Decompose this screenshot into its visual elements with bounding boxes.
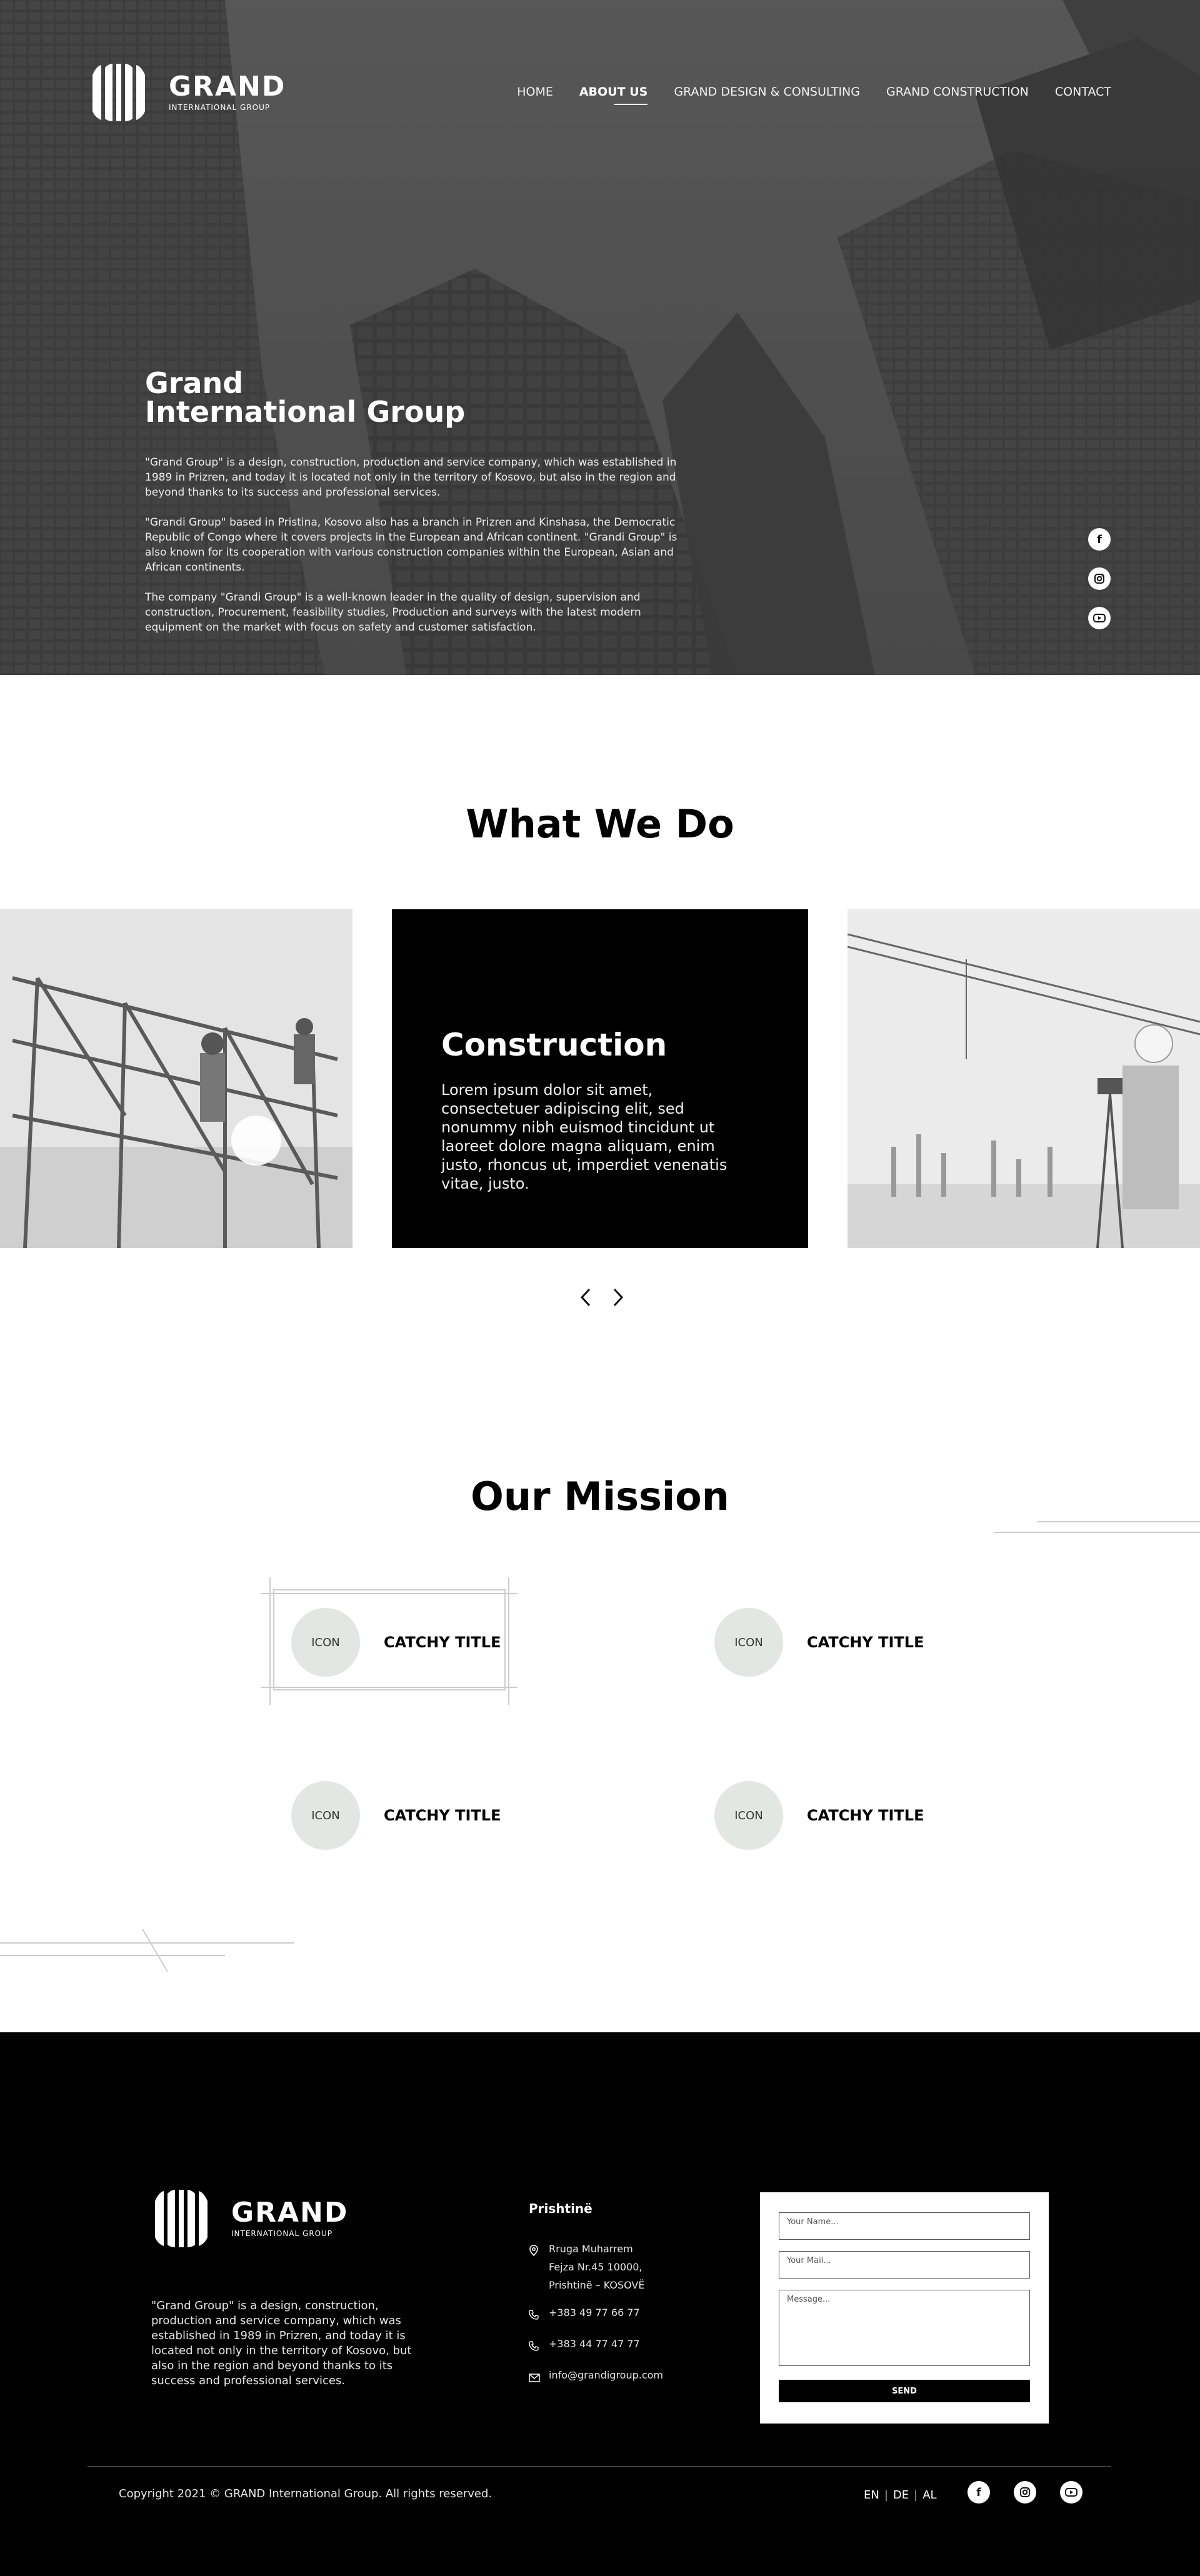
service-card-title: Construction — [441, 1027, 668, 1063]
youtube-icon[interactable] — [1088, 607, 1111, 629]
address-line: Rruga Muharrem — [549, 2243, 633, 2255]
mission-item-title: CATCHY TITLE — [384, 1807, 501, 1824]
brand-logo[interactable]: GRAND INTERNATIONAL GROUP — [88, 62, 286, 122]
name-input[interactable]: Your Name... — [779, 2212, 1030, 2240]
contact-phone[interactable]: +383 44 77 47 77 — [529, 2335, 663, 2357]
brand-name: GRAND — [169, 71, 286, 102]
lang-de[interactable]: DE — [893, 2489, 909, 2502]
hero-social-links: f — [1088, 528, 1111, 629]
mail-input[interactable]: Your Mail... — [779, 2251, 1030, 2279]
lang-separator: | — [884, 2489, 888, 2502]
facebook-glyph: f — [1097, 532, 1102, 546]
chevron-left-icon — [581, 1288, 591, 1307]
footer-brand-name: GRAND — [231, 2197, 349, 2229]
location-pin-icon — [529, 2240, 549, 2262]
nav-about-us[interactable]: ABOUT US — [579, 85, 648, 105]
name-input-placeholder: Your Name... — [787, 2217, 839, 2227]
mission-item-title: CATCHY TITLE — [807, 1807, 924, 1824]
placeholder-icon: ICON — [291, 1608, 360, 1677]
facebook-glyph: f — [976, 2485, 981, 2499]
hero-paragraph: "Grandi Group" based in Pristina, Kosovo… — [145, 516, 678, 574]
mission-item-title: CATCHY TITLE — [384, 1634, 501, 1651]
hero-title-line1: Grand — [145, 366, 244, 400]
contact-phone[interactable]: +383 49 77 66 77 — [529, 2304, 663, 2325]
address-line: Fejza Nr.45 10000, — [549, 2261, 642, 2273]
main-nav: HOME ABOUT US GRAND DESIGN & CONSULTING … — [517, 85, 1111, 105]
footer-brand-tagline: INTERNATIONAL GROUP — [231, 2229, 333, 2238]
phone-icon — [529, 2335, 549, 2357]
contact-address: Rruga Muharrem Fejza Nr.45 10000, Prisht… — [529, 2240, 663, 2294]
email-address: info@grandigroup.com — [549, 2369, 664, 2381]
placeholder-icon: ICON — [291, 1781, 360, 1850]
carousel-next-button[interactable] — [611, 1286, 626, 1309]
hero-description: "Grand Group" is a design, construction,… — [145, 455, 689, 650]
crane-surveyor-image[interactable] — [848, 909, 1200, 1248]
contact-email[interactable]: info@grandigroup.com — [529, 2366, 663, 2388]
mission-item-title: CATCHY TITLE — [807, 1634, 924, 1651]
our-mission-title: Our Mission — [471, 1474, 729, 1519]
scaffolding-workers-image[interactable] — [0, 909, 352, 1248]
phone-number: +383 44 77 47 77 — [549, 2338, 640, 2350]
phone-icon — [529, 2304, 549, 2325]
address-line: Prishtinë – KOSOVË — [549, 2279, 645, 2291]
mail-icon — [529, 2366, 549, 2388]
nav-design-consulting[interactable]: GRAND DESIGN & CONSULTING — [674, 85, 860, 99]
footer-about-text: "Grand Group" is a design, construction,… — [151, 2299, 412, 2387]
message-textarea[interactable]: Message... — [779, 2290, 1030, 2366]
service-card-construction[interactable]: Construction Lorem ipsum dolor sit amet,… — [392, 909, 808, 1248]
facebook-icon[interactable]: f — [968, 2481, 990, 2504]
logo-mark-icon — [155, 2190, 208, 2247]
language-switcher: EN | DE | AL — [864, 2489, 937, 2502]
chevron-right-icon — [613, 1288, 623, 1307]
mission-item[interactable]: ICON CATCHY TITLE — [291, 1608, 501, 1677]
contact-info: Prishtinë Rruga Muharrem Fejza Nr.45 100… — [529, 2201, 663, 2397]
placeholder-icon: ICON — [714, 1781, 783, 1850]
mail-input-placeholder: Your Mail... — [787, 2256, 831, 2265]
contact-form: Your Name... Your Mail... Message... SEN… — [760, 2192, 1049, 2424]
facebook-icon[interactable]: f — [1088, 528, 1111, 551]
hero-paragraph: The company "Grandi Group" is a well-kno… — [145, 591, 641, 634]
hero-section: GRAND INTERNATIONAL GROUP HOME ABOUT US … — [0, 0, 1200, 675]
nav-construction[interactable]: GRAND CONSTRUCTION — [886, 85, 1029, 99]
send-button[interactable]: SEND — [779, 2380, 1030, 2402]
mission-item[interactable]: ICON CATCHY TITLE — [291, 1781, 501, 1850]
instagram-icon[interactable] — [1014, 2481, 1036, 2504]
phone-number: +383 49 77 66 77 — [549, 2307, 640, 2319]
mission-item[interactable]: ICON CATCHY TITLE — [714, 1781, 924, 1850]
carousel-controls — [578, 1286, 626, 1309]
mission-item[interactable]: ICON CATCHY TITLE — [714, 1608, 924, 1677]
hero-paragraph: "Grand Group" is a design, construction,… — [145, 456, 677, 499]
footer-social-links: f — [968, 2481, 1082, 2504]
message-textarea-placeholder: Message... — [787, 2295, 831, 2304]
instagram-icon[interactable] — [1088, 567, 1111, 590]
what-we-do-title: What We Do — [466, 801, 734, 847]
service-card-text: Lorem ipsum dolor sit amet, consectetuer… — [441, 1081, 728, 1192]
decorative-lines-bottom-left — [0, 1929, 294, 1972]
footer-logo[interactable]: GRAND INTERNATIONAL GROUP — [150, 2189, 348, 2249]
nav-contact[interactable]: CONTACT — [1055, 85, 1111, 99]
brand-tagline: INTERNATIONAL GROUP — [169, 103, 271, 112]
hero-title-line2: International Group — [145, 395, 466, 429]
lang-al[interactable]: AL — [922, 2489, 936, 2502]
hero-title: Grand International Group — [145, 369, 465, 426]
decorative-lines-top-right — [994, 1521, 1200, 1533]
footer-divider — [88, 2466, 1111, 2467]
site-footer: GRAND INTERNATIONAL GROUP "Grand Group" … — [0, 2032, 1200, 2576]
youtube-icon[interactable] — [1060, 2481, 1082, 2504]
lang-en[interactable]: EN — [864, 2489, 879, 2502]
lang-separator: | — [914, 2489, 918, 2502]
placeholder-icon: ICON — [714, 1608, 783, 1677]
carousel-prev-button[interactable] — [578, 1286, 593, 1309]
logo-mark-icon — [92, 64, 145, 121]
nav-home[interactable]: HOME — [517, 85, 553, 99]
contact-city: Prishtinë — [529, 2201, 592, 2216]
copyright-text: Copyright 2021 © GRAND International Gro… — [119, 2487, 492, 2500]
